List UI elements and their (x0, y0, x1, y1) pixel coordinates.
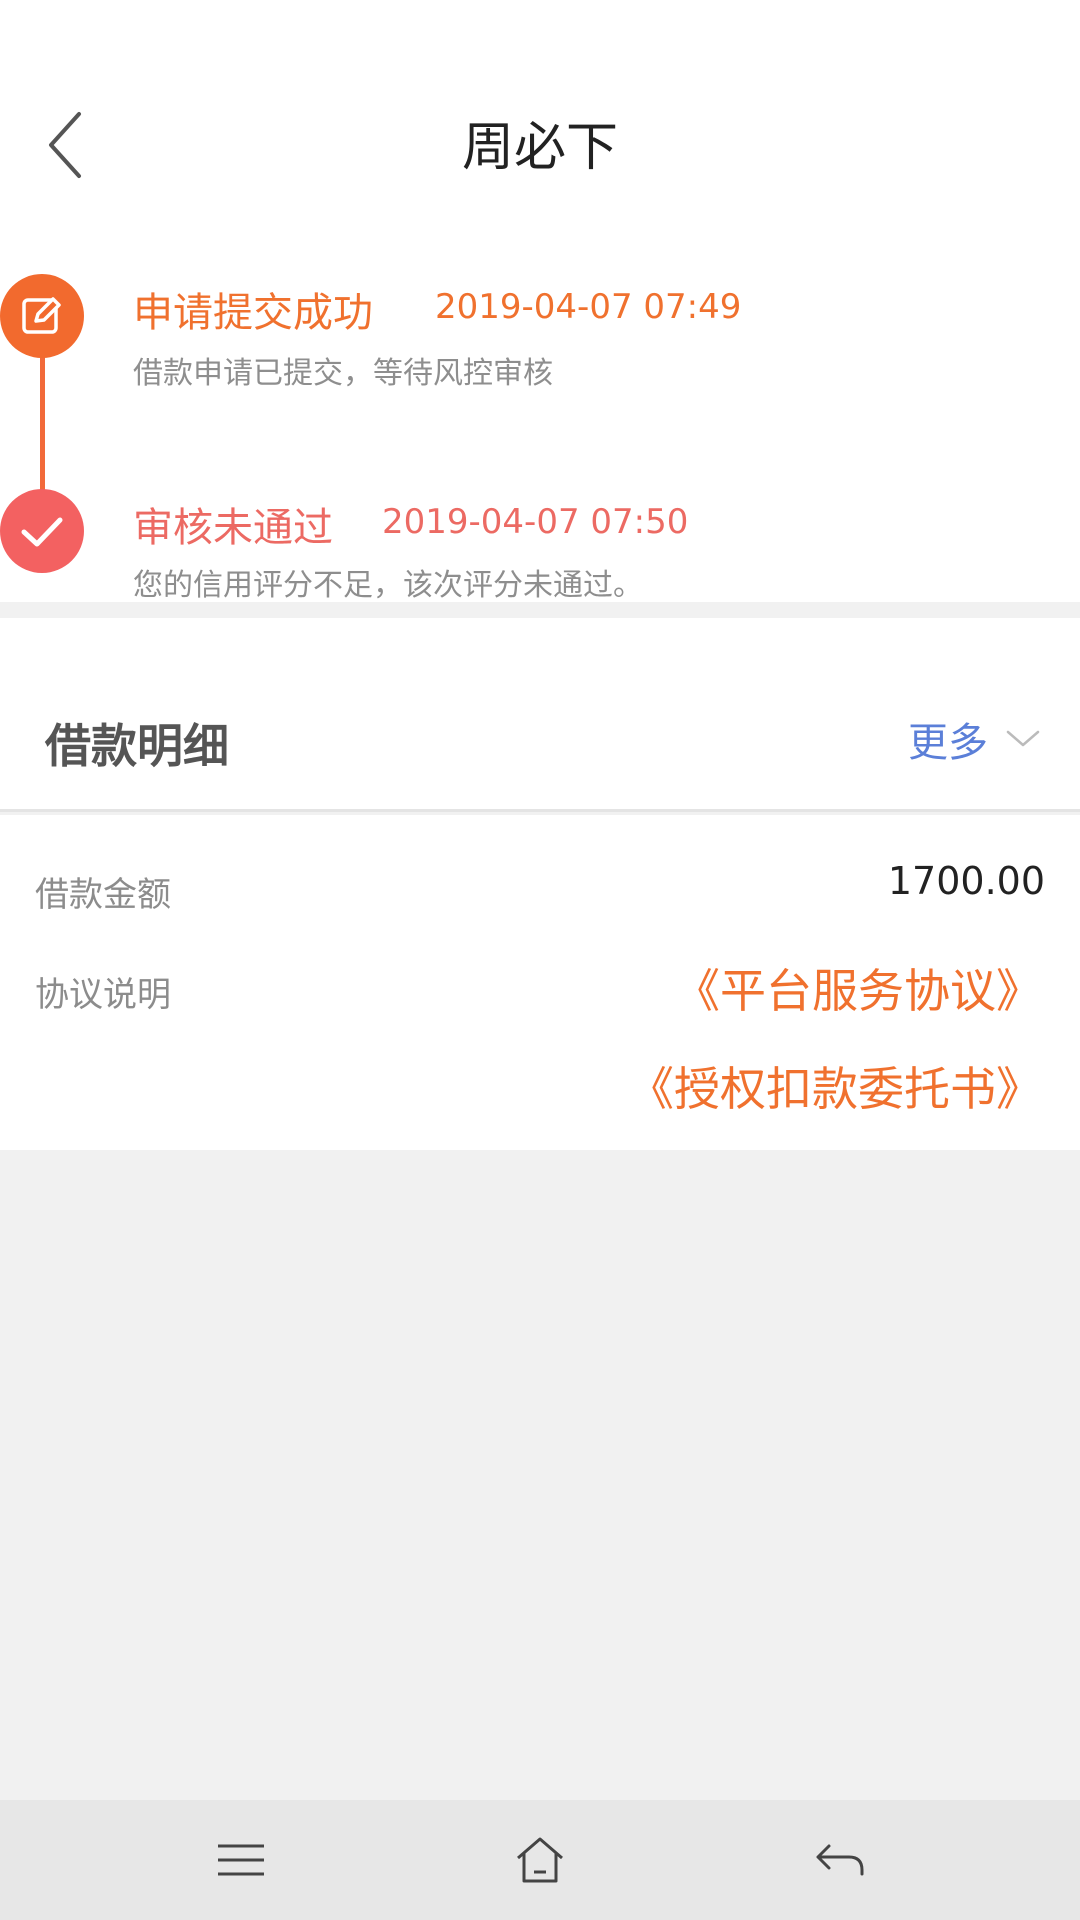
section-title: 借款明细 (45, 719, 229, 773)
timeline-step-time: 2019-04-07 07:50 (382, 502, 689, 542)
menu-button[interactable] (206, 1830, 276, 1890)
timeline-node-submitted (0, 274, 84, 358)
home-icon (517, 1837, 563, 1883)
page-title: 周必下 (461, 118, 618, 178)
check-icon (21, 517, 63, 547)
edit-icon (22, 297, 61, 334)
back-nav-button[interactable] (805, 1830, 875, 1890)
amount-label: 借款金额 (35, 875, 171, 915)
top-bar: 周必下 (0, 0, 1080, 230)
chevron-down-icon (1006, 730, 1040, 747)
loan-detail-body: 借款金额 1700.00 协议说明 《平台服务协议》 《授权扣款委托书》 (0, 815, 1080, 1150)
system-nav-bar (0, 1800, 1080, 1920)
timeline-step-title: 审核未通过 (133, 505, 333, 551)
menu-icon (218, 1844, 264, 1876)
agreement-label: 协议说明 (35, 975, 171, 1015)
amount-value: 1700.00 (887, 859, 1045, 903)
timeline-step-desc: 借款申请已提交，等待风控审核 (133, 356, 553, 391)
timeline-node-rejected (0, 489, 84, 573)
debit-authorization-link[interactable]: 《授权扣款委托书》 (628, 1053, 1042, 1119)
platform-service-agreement-link[interactable]: 《平台服务协议》 (674, 955, 1042, 1021)
timeline-step-desc: 您的信用评分不足，该次评分未通过。 (133, 568, 643, 603)
home-button[interactable] (505, 1830, 575, 1890)
more-label: 更多 (908, 720, 988, 766)
timeline-step-title: 申请提交成功 (133, 290, 373, 336)
timeline-step-time: 2019-04-07 07:49 (435, 287, 742, 327)
loan-detail-header: 借款明细 更多 (0, 618, 1080, 812)
more-button[interactable]: 更多 (908, 710, 1040, 768)
status-timeline: 申请提交成功 2019-04-07 07:49 借款申请已提交，等待风控审核 审… (0, 230, 1080, 603)
return-icon (816, 1844, 864, 1876)
page: 周必下 申请提交成功 2019-04-07 07:49 借款申请已提交，等待风控… (0, 0, 1080, 1920)
